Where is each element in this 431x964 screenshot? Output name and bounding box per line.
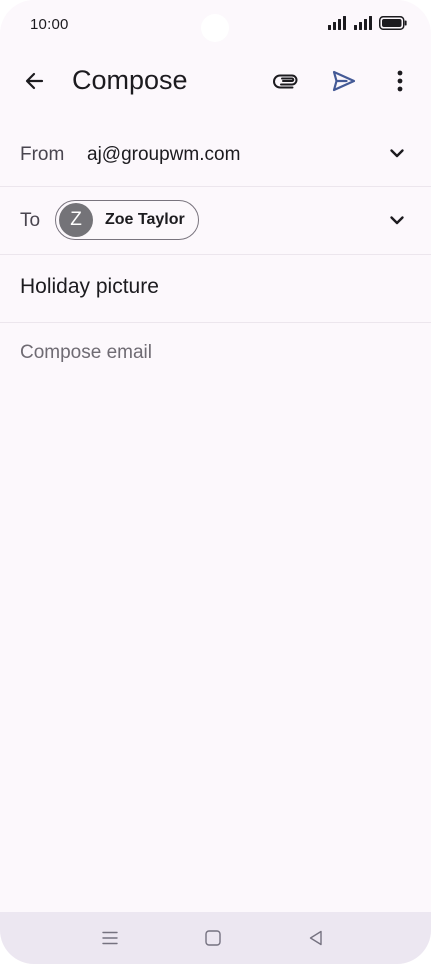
system-nav-bar xyxy=(0,912,431,964)
menu-icon xyxy=(102,931,118,945)
subject-field xyxy=(0,255,431,323)
page-title: Compose xyxy=(72,65,188,95)
home-square-icon xyxy=(205,930,221,946)
recipient-chip[interactable]: Z Zoe Taylor xyxy=(55,200,199,240)
status-bar: 10:00 xyxy=(0,0,431,48)
signal-icon xyxy=(328,16,346,30)
recent-apps-button[interactable] xyxy=(98,926,122,950)
from-field: From aj@groupwm.com xyxy=(0,120,431,187)
camera-cutout xyxy=(201,14,229,42)
back-button[interactable] xyxy=(14,61,54,101)
signal-icon xyxy=(354,16,372,30)
avatar: Z xyxy=(59,203,93,237)
from-expand-button[interactable] xyxy=(381,137,413,169)
from-address[interactable]: aj@groupwm.com xyxy=(87,144,240,166)
battery-icon xyxy=(379,16,407,30)
compose-body-input[interactable] xyxy=(20,342,410,882)
more-options-button[interactable] xyxy=(380,61,420,101)
send-button[interactable] xyxy=(324,61,364,101)
status-time: 10:00 xyxy=(30,16,69,33)
chevron-down-icon xyxy=(390,149,404,158)
recipient-name: Zoe Taylor xyxy=(105,211,185,228)
arrow-left-icon xyxy=(25,72,44,90)
attach-button[interactable] xyxy=(267,61,307,101)
back-triangle-icon xyxy=(309,930,322,946)
status-icons xyxy=(327,16,407,30)
system-back-button[interactable] xyxy=(304,926,328,950)
compose-screen: 10:00 Compose From aj@groupwm.com To Z Z… xyxy=(0,0,431,964)
send-icon xyxy=(332,70,356,92)
subject-input[interactable] xyxy=(20,275,410,299)
home-button[interactable] xyxy=(201,926,225,950)
more-vert-icon xyxy=(397,70,403,92)
top-app-bar: Compose xyxy=(0,48,431,114)
to-field: To Z Zoe Taylor xyxy=(0,187,431,255)
to-label: To xyxy=(20,210,41,231)
to-expand-button[interactable] xyxy=(381,204,413,236)
paperclip-icon xyxy=(273,74,298,89)
from-label: From xyxy=(20,144,65,165)
chevron-down-icon xyxy=(390,216,404,225)
